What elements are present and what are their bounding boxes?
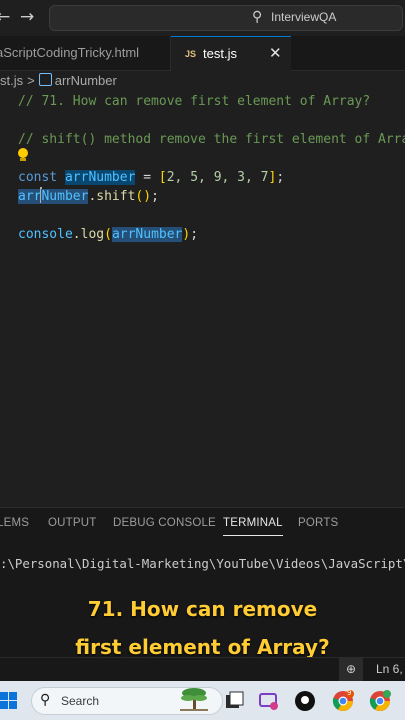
caption-line-2: first element of Array? xyxy=(75,635,330,659)
semicolon: ; xyxy=(276,170,285,185)
breadcrumb-file[interactable]: st.js xyxy=(0,73,23,88)
title-bar: ← → ⚲ InterviewQA xyxy=(0,0,405,37)
code-line-comment-2: // shift() method remove the first eleme… xyxy=(18,130,405,149)
js-file-icon: JS xyxy=(185,49,197,59)
github-icon[interactable] xyxy=(294,690,316,712)
keyword-const: const xyxy=(18,170,58,185)
arrow-left-icon[interactable]: ← xyxy=(0,7,10,27)
zoom-in-icon[interactable]: ⊕ xyxy=(339,658,363,681)
parentheses: () xyxy=(135,189,152,204)
tab-javascript-coding-tricky[interactable]: aScriptCodingTricky.html xyxy=(0,36,171,70)
code-editor[interactable]: // 71. How can remove first element of A… xyxy=(0,92,405,502)
operator: = xyxy=(135,170,159,185)
tab-test-js[interactable]: JS test.js ✕ xyxy=(171,36,291,71)
caption-line-1: 71. How can remove xyxy=(87,597,318,621)
search-label: InterviewQA xyxy=(271,10,337,24)
comment-text: // 71. How can remove first element of A… xyxy=(18,94,371,109)
task-view-icon[interactable] xyxy=(223,690,245,712)
terminal-path: :\Personal\Digital-Marketing\YouTube\Vid… xyxy=(0,556,405,571)
panel-tab-bar: LEMS OUTPUT DEBUG CONSOLE TERMINAL PORTS xyxy=(0,507,405,538)
breadcrumb-symbol[interactable]: arrNumber xyxy=(55,73,117,88)
parenthesis: ( xyxy=(104,227,112,242)
cursor-position[interactable]: Ln 6, xyxy=(376,662,403,676)
chrome-profile-icon[interactable] xyxy=(369,690,391,712)
variable-icon xyxy=(38,73,52,86)
editor-tab-bar: aScriptCodingTricky.html JS test.js ✕ xyxy=(0,36,405,71)
code-line-declaration: const arrNumber = [2, 5, 9, 3, 7]; xyxy=(18,168,284,187)
snipping-tool-icon[interactable] xyxy=(258,690,280,712)
variable-arrnumber: arr xyxy=(18,189,42,204)
semicolon: ; xyxy=(190,227,199,242)
taskbar-search-label: Search xyxy=(61,694,100,708)
command-center-search[interactable]: ⚲ InterviewQA xyxy=(49,5,403,31)
breadcrumb-separator: > xyxy=(27,73,35,88)
status-bar: ⊕ Ln 6, xyxy=(0,657,405,681)
arrow-right-icon[interactable]: → xyxy=(20,7,34,27)
bracket: [ xyxy=(158,170,167,185)
variable-arrnumber: Number xyxy=(41,189,89,204)
tab-problems[interactable]: LEMS xyxy=(0,517,29,529)
windows-taskbar: ⚲ Search 9 xyxy=(0,681,405,720)
lightbulb-icon[interactable] xyxy=(18,148,28,162)
variable-arrnumber: arrNumber xyxy=(111,227,183,242)
tab-ports[interactable]: PORTS xyxy=(298,517,338,529)
console-object: console xyxy=(18,227,73,242)
tab-label: test.js xyxy=(203,46,237,61)
code-line-shift: arrNumber.shift(); xyxy=(18,187,159,206)
search-icon: ⚲ xyxy=(40,692,51,708)
method-log: .log xyxy=(72,227,105,242)
code-line-console-log: console.log(arrNumber); xyxy=(18,225,198,244)
close-icon[interactable]: ✕ xyxy=(269,37,282,71)
tab-output[interactable]: OUTPUT xyxy=(48,517,96,529)
tab-debug-console[interactable]: DEBUG CONSOLE xyxy=(113,517,216,529)
notification-badge: 9 xyxy=(347,689,352,697)
variable-arrnumber: arrNumber xyxy=(64,170,136,185)
search-highlight-icon[interactable] xyxy=(176,685,212,713)
windows-start-icon[interactable] xyxy=(0,692,18,710)
breadcrumb: st.js > arrNumber xyxy=(0,71,405,91)
comment-text: // shift() method remove the first eleme… xyxy=(18,132,405,147)
code-line-comment-1: // 71. How can remove first element of A… xyxy=(18,92,370,111)
tab-label: aScriptCodingTricky.html xyxy=(0,45,140,60)
tab-terminal[interactable]: TERMINAL xyxy=(223,517,283,536)
array-values: 2, 5, 9, 3, 7 xyxy=(166,170,269,185)
search-icon: ⚲ xyxy=(252,9,263,25)
method-shift: .shift xyxy=(88,189,136,204)
semicolon: ; xyxy=(151,189,159,204)
